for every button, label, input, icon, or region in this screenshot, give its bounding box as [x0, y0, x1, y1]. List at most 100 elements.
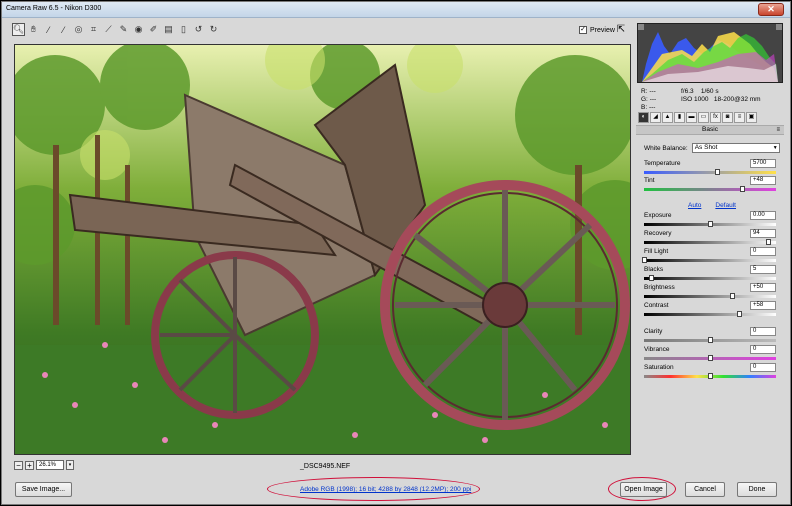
- slider-value-field[interactable]: 0.00: [750, 211, 776, 220]
- title-bar: Camera Raw 6.5 - Nikon D300 ✕: [2, 2, 790, 18]
- default-link[interactable]: Default: [715, 202, 736, 209]
- slider-value-field[interactable]: 0: [750, 247, 776, 256]
- slider-clarity[interactable]: Clarity 0: [644, 327, 776, 346]
- spot-removal-icon[interactable]: ✎: [117, 23, 130, 36]
- slider-track[interactable]: [644, 241, 776, 244]
- slider-label: Contrast: [644, 302, 669, 309]
- slider-thumb[interactable]: [642, 257, 647, 263]
- tab-hsl-icon[interactable]: ▮: [674, 112, 685, 123]
- slider-saturation[interactable]: Saturation 0: [644, 363, 776, 382]
- slider-value-field[interactable]: +50: [750, 283, 776, 292]
- camera-settings: f/6.3 1/60 s ISO 1000 18-200@32 mm: [681, 88, 761, 103]
- zoom-level-field[interactable]: 26.1%: [36, 460, 64, 470]
- slider-value-field[interactable]: 5700: [750, 159, 776, 168]
- image-preview[interactable]: [14, 44, 631, 455]
- slider-value-field[interactable]: +48: [750, 176, 776, 185]
- slider-brightness[interactable]: Brightness +50: [644, 283, 776, 302]
- window-title: Camera Raw 6.5 - Nikon D300: [6, 5, 102, 12]
- done-button[interactable]: Done: [737, 482, 777, 497]
- red-eye-icon[interactable]: ◉: [132, 23, 145, 36]
- slider-track[interactable]: [644, 313, 776, 316]
- histogram: [637, 23, 783, 83]
- highlight-clip-icon: [776, 24, 782, 30]
- slider-tint[interactable]: Tint +48: [644, 176, 776, 195]
- tab-tone-curve-icon[interactable]: ◢: [650, 112, 661, 123]
- zoom-in-button[interactable]: +: [25, 460, 34, 470]
- tab-lens-icon[interactable]: ▭: [698, 112, 709, 123]
- fullscreen-icon[interactable]: ⇱: [614, 24, 628, 38]
- slider-thumb[interactable]: [708, 337, 713, 343]
- zoom-out-button[interactable]: −: [14, 460, 23, 470]
- slider-label: Brightness: [644, 284, 675, 291]
- zoom-dropdown-icon[interactable]: ▾: [66, 460, 74, 470]
- open-image-button[interactable]: Open Image: [620, 482, 667, 497]
- slider-label: Saturation: [644, 364, 674, 371]
- slider-track[interactable]: [644, 259, 776, 262]
- tab-presets-icon[interactable]: ≡: [734, 112, 745, 123]
- rotate-left-icon[interactable]: ↺: [192, 23, 205, 36]
- shadow-clip-icon: [638, 24, 644, 30]
- slider-thumb[interactable]: [708, 355, 713, 361]
- slider-track[interactable]: [644, 277, 776, 280]
- slider-label: Exposure: [644, 212, 672, 219]
- preferences-icon[interactable]: ▯: [177, 23, 190, 36]
- slider-track[interactable]: [644, 171, 776, 174]
- target-adjust-icon[interactable]: ◎: [72, 23, 85, 36]
- preview-toggle[interactable]: ✓ Preview: [579, 26, 615, 34]
- slider-thumb[interactable]: [766, 239, 772, 245]
- panel-tabs: ◐ ◢ ▲ ▮ ▬ ▭ fx ◙ ≡ ▣: [636, 112, 784, 125]
- slider-value-field[interactable]: +58: [750, 301, 776, 310]
- file-name: _DSC9495.NEF: [300, 463, 351, 470]
- slider-label: Blacks: [644, 266, 664, 273]
- preview-checkbox[interactable]: ✓: [579, 26, 587, 34]
- crop-icon[interactable]: ⌗: [87, 23, 100, 36]
- graduated-filter-icon[interactable]: ▤: [162, 23, 175, 36]
- slider-label: Vibrance: [644, 346, 670, 353]
- slider-thumb[interactable]: [737, 311, 743, 317]
- white-balance-icon[interactable]: ⁄: [42, 23, 55, 36]
- workflow-options-link[interactable]: Adobe RGB (1998); 16 bit; 4288 by 2848 (…: [300, 486, 471, 493]
- tab-snapshots-icon[interactable]: ▣: [746, 112, 757, 123]
- slider-label: Recovery: [644, 230, 672, 237]
- tab-effects-icon[interactable]: fx: [710, 112, 721, 123]
- slider-thumb[interactable]: [739, 186, 745, 192]
- zoom-icon[interactable]: 🔍︎: [12, 23, 25, 36]
- close-window-button[interactable]: ✕: [758, 3, 784, 16]
- slider-value-field[interactable]: 5: [750, 265, 776, 274]
- slider-value-field[interactable]: 94: [750, 229, 776, 238]
- slider-blacks[interactable]: Blacks 5: [644, 265, 776, 284]
- slider-value-field[interactable]: 0: [750, 345, 776, 354]
- slider-thumb[interactable]: [714, 169, 720, 175]
- rotate-right-icon[interactable]: ↻: [207, 23, 220, 36]
- straighten-icon[interactable]: ⟋: [102, 23, 115, 36]
- panel-title: Basic: [702, 126, 718, 133]
- slider-recovery[interactable]: Recovery 94: [644, 229, 776, 248]
- save-image-button[interactable]: Save Image...: [15, 482, 72, 497]
- tab-basic-icon[interactable]: ◐: [638, 112, 649, 123]
- cancel-button[interactable]: Cancel: [685, 482, 725, 497]
- hand-icon[interactable]: ✋︎: [27, 23, 40, 36]
- slider-thumb[interactable]: [708, 221, 713, 227]
- tab-detail-icon[interactable]: ▲: [662, 112, 673, 123]
- tab-split-toning-icon[interactable]: ▬: [686, 112, 697, 123]
- auto-link[interactable]: Auto: [688, 202, 701, 209]
- white-balance-label: White Balance:: [644, 144, 688, 152]
- slider-thumb[interactable]: [648, 275, 654, 281]
- slider-vibrance[interactable]: Vibrance 0: [644, 345, 776, 364]
- slider-fill-light[interactable]: Fill Light 0: [642, 247, 776, 266]
- slider-thumb[interactable]: [730, 293, 736, 299]
- slider-contrast[interactable]: Contrast +58: [644, 301, 776, 320]
- slider-label: Temperature: [644, 160, 681, 167]
- slider-value-field[interactable]: 0: [750, 327, 776, 336]
- panel-menu-icon[interactable]: ≡: [776, 126, 780, 134]
- white-balance-select[interactable]: As Shot ▼: [691, 143, 780, 153]
- slider-value-field[interactable]: 0: [750, 363, 776, 372]
- slider-track[interactable]: [644, 295, 776, 298]
- slider-thumb[interactable]: [708, 373, 713, 379]
- tab-camera-calibration-icon[interactable]: ◙: [722, 112, 733, 123]
- slider-track[interactable]: [644, 188, 776, 191]
- slider-exposure[interactable]: Exposure 0.00: [644, 211, 776, 230]
- adjustment-brush-icon[interactable]: ✐: [147, 23, 160, 36]
- pixel-info: R: --- G: --- B: --- f/6.3 1/60 s ISO 10…: [639, 86, 783, 112]
- color-sampler-icon[interactable]: ⁄: [57, 23, 70, 36]
